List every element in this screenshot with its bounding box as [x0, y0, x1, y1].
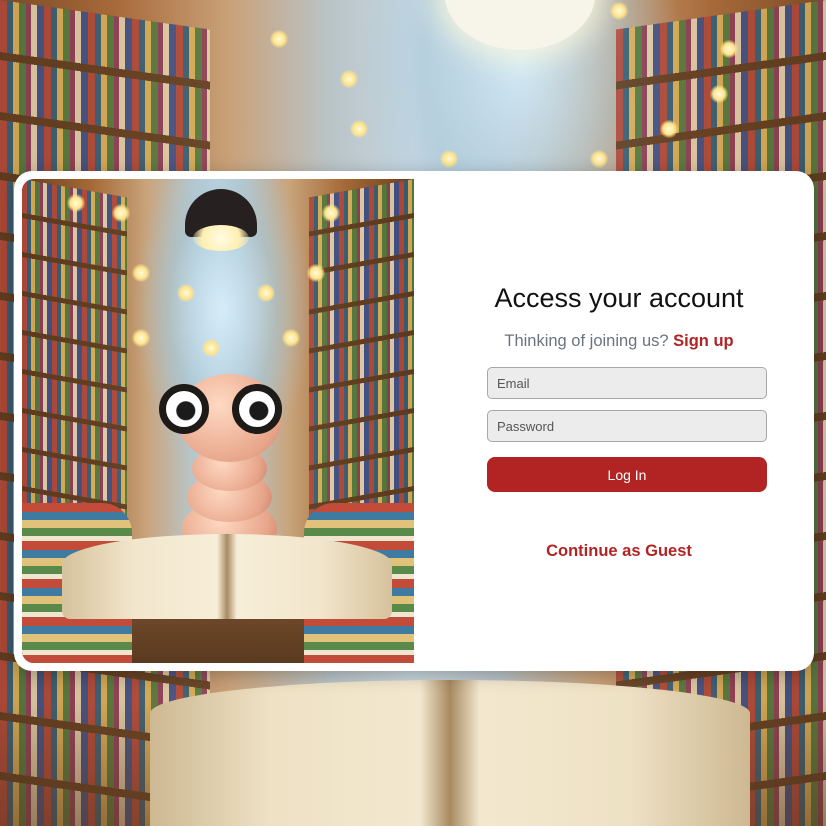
string-light: [112, 204, 130, 222]
login-card: Access your account Thinking of joining …: [14, 171, 814, 671]
continue-as-guest-link[interactable]: Continue as Guest: [414, 542, 814, 561]
open-book: [150, 680, 750, 826]
ceiling-lamp: [445, 0, 595, 50]
page-title: Access your account: [494, 283, 744, 313]
glasses-left-lens: [159, 384, 209, 434]
string-light: [440, 150, 458, 168]
string-light: [710, 85, 728, 103]
string-light: [132, 264, 150, 282]
string-light: [322, 204, 340, 222]
string-light: [590, 150, 608, 168]
signup-link[interactable]: Sign up: [673, 332, 734, 350]
password-field[interactable]: [487, 410, 767, 442]
signup-prompt: Thinking of joining us? Sign up: [414, 332, 814, 351]
string-light: [177, 284, 195, 302]
string-light: [307, 264, 325, 282]
login-form: Access your account Thinking of joining …: [414, 171, 814, 671]
string-light: [720, 40, 738, 58]
string-light: [67, 194, 85, 212]
glasses-right-lens: [232, 384, 282, 434]
email-field[interactable]: [487, 367, 767, 399]
string-light: [340, 70, 358, 88]
login-button[interactable]: Log In: [487, 457, 767, 492]
string-light: [350, 120, 368, 138]
string-light: [282, 329, 300, 347]
bookworm-hero-image: [22, 179, 414, 663]
string-light: [610, 2, 628, 20]
bookworm-character: [152, 354, 302, 559]
string-light: [660, 120, 678, 138]
open-book: [62, 534, 392, 619]
string-light: [270, 30, 288, 48]
ceiling-lamp: [185, 189, 257, 251]
signup-prompt-text: Thinking of joining us?: [504, 332, 669, 350]
string-light: [257, 284, 275, 302]
string-light: [132, 329, 150, 347]
